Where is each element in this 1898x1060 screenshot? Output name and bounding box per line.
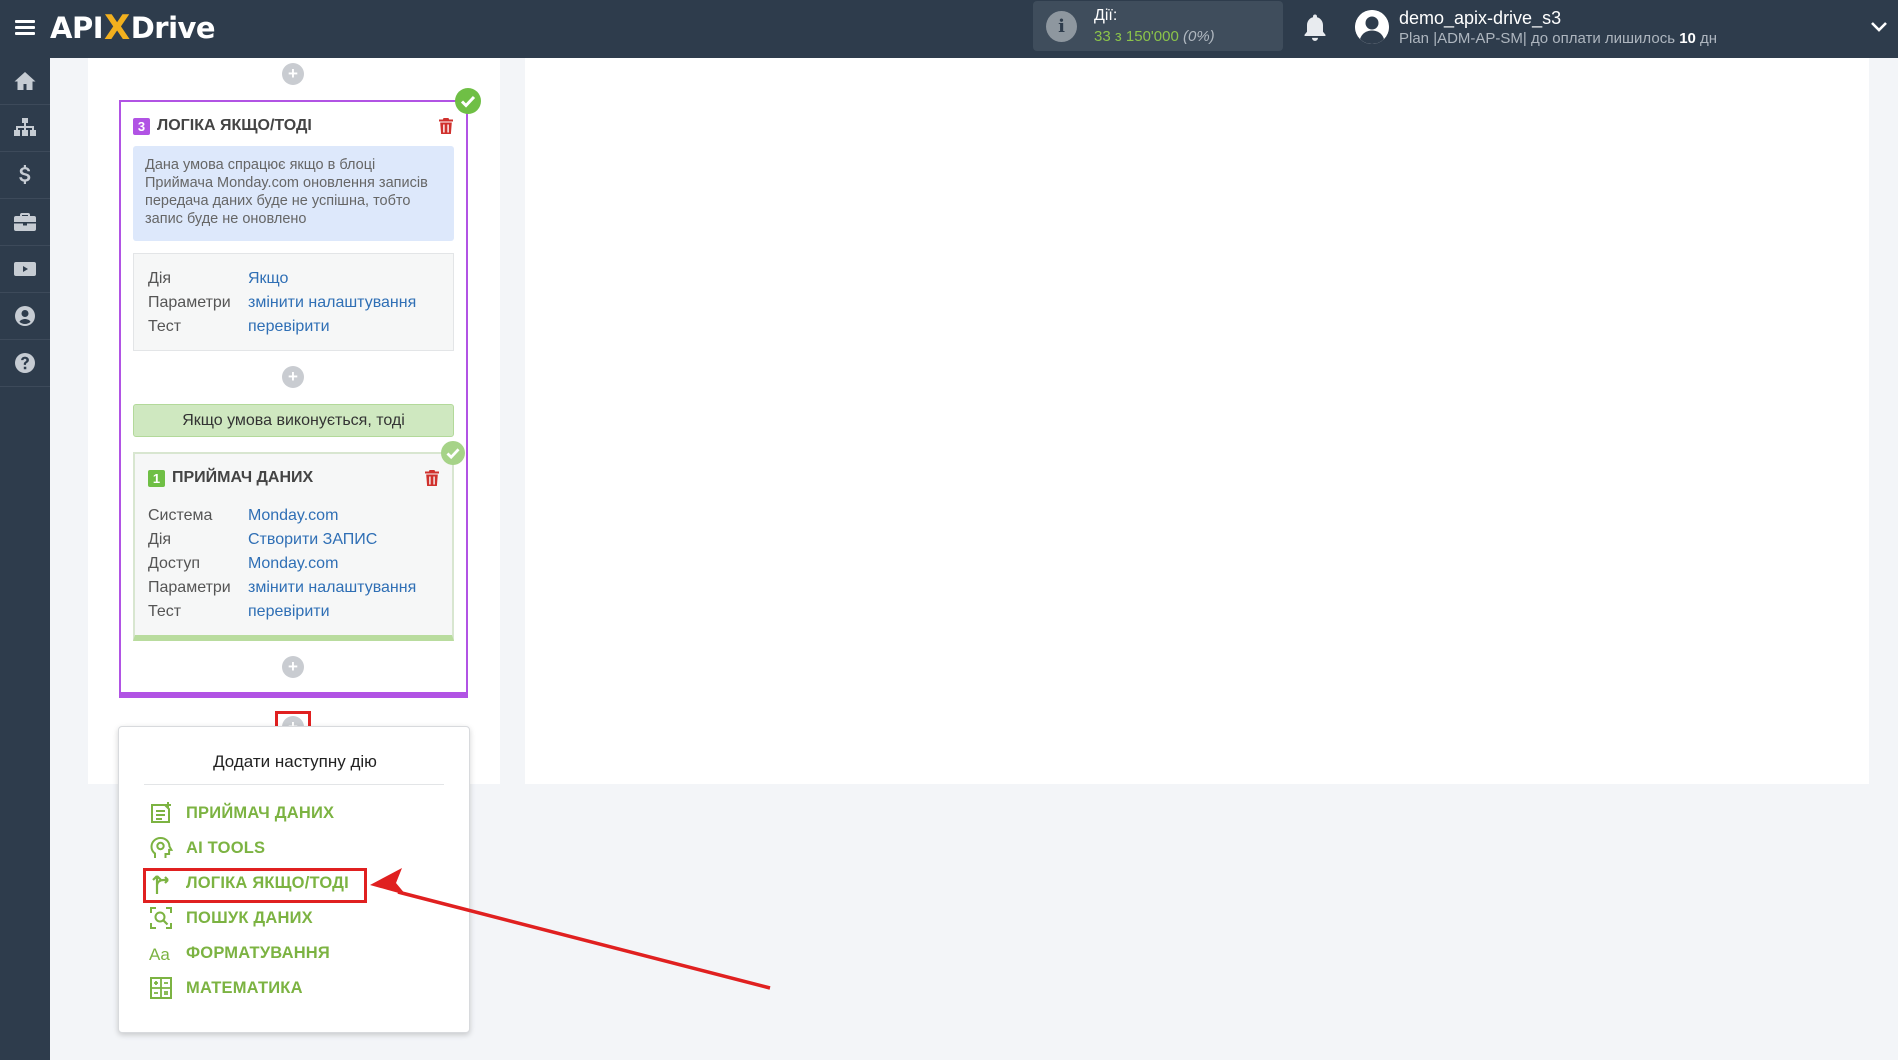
kv-key: Дія [148, 531, 172, 548]
sitemap-icon [14, 118, 36, 136]
user-name[interactable]: demo_apix-drive_s3 [1399, 8, 1561, 29]
logo-text-x: X [104, 8, 130, 48]
receiver-test-link[interactable]: перевірити [248, 603, 330, 621]
logic-settings-box: Дія Якщо Параметри змінити налаштування … [133, 253, 454, 351]
check-icon [455, 88, 481, 114]
format-text-icon: Aa [149, 945, 170, 964]
trash-icon[interactable] [424, 469, 440, 487]
top-bar: API X Drive i Дії: 33 з 150'000 (0%) demo_… [0, 0, 1898, 58]
actions-usage-widget[interactable]: i Дії: 33 з 150'000 (0%) [1033, 1, 1283, 51]
actions-count: 33 з 150'000 (0%) [1094, 28, 1215, 45]
sidebar [0, 58, 50, 1060]
menu-item-label: ПОШУК ДАНИХ [186, 908, 313, 927]
receiver-system-link[interactable]: Monday.com [248, 507, 338, 525]
trash-icon[interactable] [438, 117, 454, 135]
kv-key: Доступ [148, 555, 201, 572]
info-icon: i [1046, 11, 1077, 42]
menu-item-receiver[interactable]: ПРИЙМАЧ ДАНИХ [148, 800, 334, 826]
logic-test-link[interactable]: перевірити [248, 318, 330, 336]
logo-text-drive: Drive [130, 11, 216, 45]
kv-key: Тест [148, 318, 182, 335]
receiver-icon [151, 802, 171, 823]
check-icon [441, 441, 465, 465]
plan-days-unit: дн [1700, 30, 1718, 47]
ai-head-icon [150, 836, 174, 858]
apixdrive-logo[interactable]: API X Drive [50, 8, 216, 48]
sidebar-item-tools[interactable] [0, 199, 50, 246]
bell-icon[interactable] [1300, 12, 1330, 44]
menu-item-label: ПРИЙМАЧ ДАНИХ [186, 803, 335, 822]
receiver-block-title-text: ПРИЙМАЧ ДАНИХ [172, 469, 314, 486]
logic-params-link[interactable]: змінити налаштування [248, 294, 416, 312]
menu-item-search-data[interactable]: ПОШУК ДАНИХ [148, 905, 313, 931]
receiver-block-number: 1 [148, 469, 165, 487]
menu-item-label: AI TOOLS [186, 838, 266, 857]
calculator-icon [150, 977, 172, 999]
add-step-button-branch[interactable]: + [282, 656, 304, 678]
chevron-down-icon[interactable] [1870, 20, 1888, 34]
sidebar-item-video[interactable] [0, 246, 50, 293]
settings-panel [525, 58, 1869, 784]
logic-block-title: 3 ЛОГІКА ЯКЩО/ТОДІ [133, 117, 312, 135]
sidebar-item-home[interactable] [0, 58, 50, 105]
user-avatar-icon [1355, 10, 1389, 44]
highlight-frame [143, 868, 367, 903]
menu-item-label: МАТЕМАТИКА [186, 978, 303, 997]
avatar[interactable] [1355, 10, 1389, 44]
plan-text: Plan |ADM-AP-SM| до оплати лишилось [1399, 30, 1676, 47]
receiver-params-link[interactable]: змінити налаштування [248, 579, 416, 597]
add-step-button-inner[interactable]: + [282, 366, 304, 388]
plan-days: 10 [1679, 30, 1696, 47]
divider [144, 784, 444, 785]
hamburger-menu-icon[interactable] [10, 14, 40, 44]
home-icon [14, 72, 36, 90]
actions-count-value: 33 з 150'000 [1094, 28, 1179, 45]
youtube-icon [14, 262, 36, 276]
receiver-block-title: 1 ПРИЙМАЧ ДАНИХ [148, 469, 313, 487]
logo-text-api: API [50, 11, 104, 45]
logic-block-title-text: ЛОГІКА ЯКЩО/ТОДІ [157, 117, 312, 134]
help-icon [15, 353, 35, 373]
menu-item-label: ФОРМАТУВАННЯ [186, 943, 330, 962]
kv-key: Параметри [148, 579, 231, 596]
menu-item-formatting[interactable]: Aa ФОРМАТУВАННЯ [148, 940, 330, 966]
dropdown-title: Додати наступну дію [213, 752, 377, 771]
condition-true-label: Якщо умова виконується, тоді [133, 404, 454, 437]
sidebar-item-account[interactable] [0, 293, 50, 340]
kv-key: Тест [148, 603, 182, 620]
svg-text:Aa: Aa [149, 945, 170, 964]
kv-key: Параметри [148, 294, 231, 311]
logic-condition-note: Дана умова спрацює якщо в блоці Приймача… [133, 146, 454, 241]
search-data-icon [150, 907, 172, 929]
sidebar-item-connections[interactable] [0, 105, 50, 152]
kv-key: Система [148, 507, 213, 524]
briefcase-icon [14, 213, 36, 231]
menu-item-ai-tools[interactable]: AI TOOLS [148, 835, 265, 861]
actions-percent: (0%) [1183, 28, 1215, 45]
user-circle-icon [15, 306, 35, 326]
logic-action-link[interactable]: Якщо [248, 270, 288, 288]
kv-key: Дія [148, 270, 172, 287]
receiver-access-link[interactable]: Monday.com [248, 555, 338, 573]
menu-item-math[interactable]: МАТЕМАТИКА [148, 975, 303, 1001]
add-step-button-top[interactable]: + [282, 63, 304, 85]
dollar-icon [19, 165, 31, 184]
sidebar-item-help[interactable] [0, 340, 50, 387]
logic-block-number: 3 [133, 117, 150, 135]
sidebar-item-billing[interactable] [0, 152, 50, 199]
receiver-action-link[interactable]: Створити ЗАПИС [248, 531, 377, 549]
actions-label: Дії: [1094, 7, 1118, 24]
user-plan-info: Plan |ADM-AP-SM| до оплати лишилось 10 д… [1399, 30, 1717, 47]
